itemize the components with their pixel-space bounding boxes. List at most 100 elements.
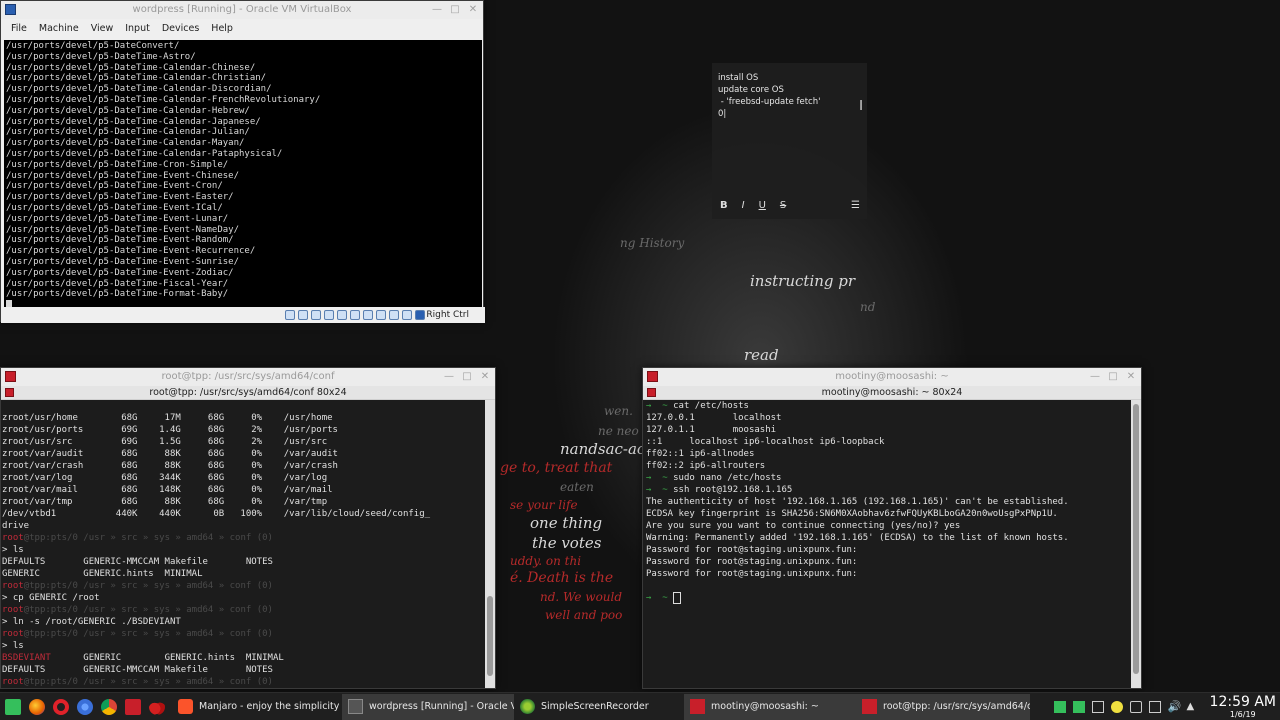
wallpaper-word: ge to, treat that <box>500 460 613 476</box>
vbox-titlebar[interactable]: wordpress [Running] - Oracle VM VirtualB… <box>1 1 483 19</box>
terminal-icon <box>647 388 656 397</box>
note-line[interactable]: - 'freebsd-update fetch' <box>718 96 861 108</box>
maximize-icon[interactable]: □ <box>461 371 473 383</box>
minimize-icon[interactable]: — <box>431 4 443 16</box>
terminal-scrollbar[interactable] <box>1131 400 1141 688</box>
app-menu-button[interactable] <box>2 696 24 718</box>
terminal-titlebar[interactable]: mootiny@moosashi: ~ — □ ✕ <box>643 368 1141 386</box>
task-label: wordpress [Running] - Oracle VM ... <box>369 701 514 712</box>
console-line: /usr/ports/devel/p5-DateTime-Calendar-Fr… <box>6 94 321 105</box>
launcher-opera[interactable] <box>50 696 72 718</box>
clock[interactable]: 12:59 AM 1/6/19 <box>1206 694 1276 720</box>
wallpaper-word: the votes <box>532 534 602 552</box>
wallpaper-word: nd. We would <box>540 590 623 604</box>
clock-time: 12:59 AM <box>1209 694 1276 710</box>
network-icon[interactable] <box>1148 701 1161 713</box>
maximize-icon[interactable]: □ <box>449 4 461 16</box>
audio-icon[interactable] <box>311 310 321 320</box>
task-brave[interactable]: Manjaro - enjoy the simplicity - Br... <box>172 694 342 720</box>
console-line: /usr/ports/devel/p5-DateTime-Event-Chine… <box>6 170 239 181</box>
strikethrough-button[interactable]: S <box>780 200 786 211</box>
launcher-cherrytree[interactable] <box>146 696 168 718</box>
launcher-chromium[interactable] <box>74 696 96 718</box>
chrome-icon <box>101 698 117 715</box>
close-icon[interactable]: ✕ <box>479 371 491 383</box>
app-icon[interactable] <box>1072 701 1085 713</box>
launcher-terminal[interactable] <box>122 696 144 718</box>
maximize-icon[interactable]: □ <box>1107 371 1119 383</box>
menu-view[interactable]: View <box>85 19 120 39</box>
lock-icon[interactable] <box>1129 701 1142 713</box>
note-line[interactable]: 0| <box>718 108 861 120</box>
terminal-subtitle: root@tpp: /usr/src/sys/amd64/conf 80x24 <box>1 386 495 400</box>
prompt-user: root <box>2 677 24 687</box>
chevron-up-icon[interactable]: ▲ <box>1187 701 1199 713</box>
menu-input[interactable]: Input <box>119 19 156 39</box>
terminal-output[interactable]: zroot/usr/home 68G 17M 68G 0% /usr/home … <box>1 400 485 688</box>
command-line: > ls <box>2 641 24 651</box>
console-line: /usr/ports/devel/p5-DateTime-Event-NameD… <box>6 224 239 235</box>
console-line: /usr/ports/devel/p5-DateTime-Calendar-Ch… <box>6 73 267 84</box>
recording-icon[interactable] <box>376 310 386 320</box>
console-line: /usr/ports/devel/p5-DateTime-Calendar-Ja… <box>6 116 261 127</box>
screen-recorder-icon <box>520 699 535 714</box>
clipboard-icon[interactable] <box>1091 701 1104 713</box>
keyboard-icon[interactable] <box>415 310 425 320</box>
mouse-integration-icon[interactable] <box>402 310 412 320</box>
list-icon[interactable]: ☰ <box>851 200 860 211</box>
file-manager-icon[interactable] <box>1053 701 1066 713</box>
virtualbox-icon <box>348 699 363 714</box>
virtualbox-window[interactable]: wordpress [Running] - Oracle VM VirtualB… <box>0 0 485 323</box>
shared-folders-icon[interactable] <box>350 310 360 320</box>
cpu-icon[interactable] <box>389 310 399 320</box>
terminal-window-tpp[interactable]: root@tpp: /usr/src/sys/amd64/conf — □ ✕ … <box>0 367 496 689</box>
terminal-window-title: root@tpp: /usr/src/sys/amd64/conf <box>161 371 335 382</box>
menu-machine[interactable]: Machine <box>33 19 85 39</box>
launcher-chrome[interactable] <box>98 696 120 718</box>
scrollbar-thumb[interactable] <box>1133 404 1139 674</box>
network-icon[interactable] <box>324 310 334 320</box>
terminal-window-moosashi[interactable]: mootiny@moosashi: ~ — □ ✕ mootiny@moosas… <box>642 367 1142 689</box>
usb-icon[interactable] <box>337 310 347 320</box>
terminal-scrollbar[interactable] <box>485 400 495 688</box>
console-line: /usr/ports/devel/p5-DateTime-Event-Lunar… <box>6 213 229 224</box>
output-text: Warning: Permanently added '192.168.1.16… <box>646 533 1069 543</box>
text-cursor-icon: I <box>859 99 863 114</box>
menu-help[interactable]: Help <box>205 19 239 39</box>
hard-disk-icon[interactable] <box>285 310 295 320</box>
note-line[interactable]: install OS <box>718 72 861 84</box>
italic-button[interactable]: I <box>742 200 745 211</box>
menu-devices[interactable]: Devices <box>156 19 205 39</box>
terminal-titlebar[interactable]: root@tpp: /usr/src/sys/amd64/conf — □ ✕ <box>1 368 495 386</box>
minimize-icon[interactable]: — <box>1089 371 1101 383</box>
vm-console[interactable]: /usr/ports/devel/p5-DateConvert//usr/por… <box>4 40 482 307</box>
task-label: root@tpp: /usr/src/sys/amd64/conf <box>883 701 1030 712</box>
task-terminal-tpp[interactable]: root@tpp: /usr/src/sys/amd64/conf <box>856 693 1030 720</box>
close-icon[interactable]: ✕ <box>467 4 479 16</box>
volume-icon[interactable]: 🔊 <box>1168 701 1182 713</box>
task-screen-recorder[interactable]: SimpleScreenRecorder <box>514 694 684 720</box>
underline-button[interactable]: U <box>759 200 766 211</box>
launcher-firefox[interactable] <box>26 696 48 718</box>
prompt-host: @tpp <box>23 581 46 591</box>
wallpaper-word: eaten <box>560 480 594 494</box>
terminal-output[interactable]: → ~ cat /etc/hosts 127.0.0.1 localhost 127… <box>645 400 1129 688</box>
menu-file[interactable]: File <box>5 19 33 39</box>
scrollbar-thumb[interactable] <box>487 596 493 676</box>
optical-drive-icon[interactable] <box>298 310 308 320</box>
task-terminal-moosashi[interactable]: mootiny@moosashi: ~ <box>684 693 856 720</box>
prompt-dir: ~ <box>651 485 668 495</box>
minimize-icon[interactable]: — <box>443 371 455 383</box>
close-icon[interactable]: ✕ <box>1125 371 1137 383</box>
note-line[interactable]: update core OS <box>718 84 861 96</box>
host-key-label: Right Ctrl <box>426 310 469 320</box>
command-text: cat /etc/hosts <box>667 401 749 411</box>
bulb-icon[interactable] <box>1110 701 1123 713</box>
prompt-user: root <box>2 581 24 591</box>
wallpaper-word: uddy. on thi <box>510 554 582 568</box>
task-virtualbox[interactable]: wordpress [Running] - Oracle VM ... <box>342 693 514 720</box>
sticky-note[interactable]: install OS update core OS - 'freebsd-upd… <box>712 63 867 219</box>
display-icon[interactable] <box>363 310 373 320</box>
bold-button[interactable]: B <box>720 200 728 211</box>
